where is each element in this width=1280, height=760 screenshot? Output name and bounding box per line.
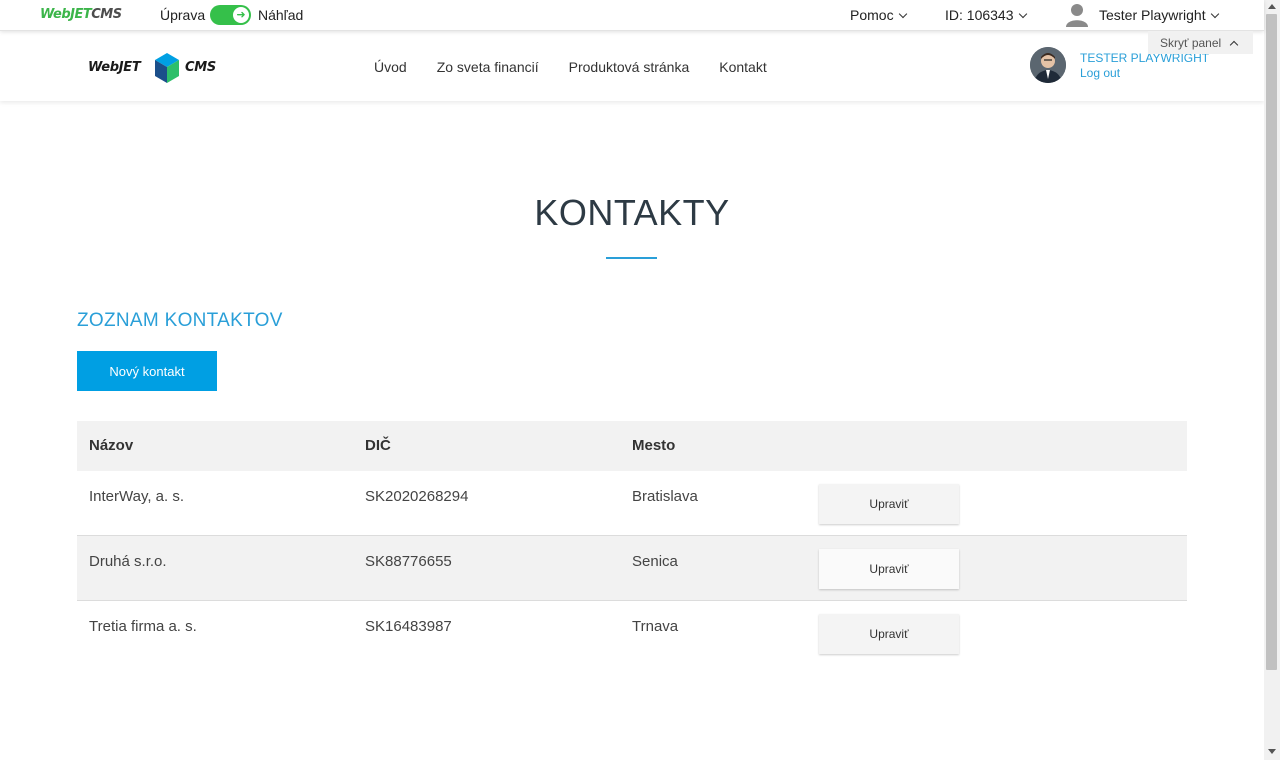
- cell-name: Tretia firma a. s.: [89, 618, 197, 635]
- cell-city: Bratislava: [632, 488, 698, 505]
- user-name: Tester Playwright: [1099, 7, 1206, 23]
- edit-button[interactable]: Upraviť: [819, 549, 959, 589]
- cell-city: Senica: [632, 553, 678, 570]
- title-divider: [606, 257, 657, 259]
- contacts-table: Názov DIČ Mesto InterWay, a. s. SK202026…: [77, 421, 1187, 666]
- chevron-up-icon: [1229, 40, 1239, 50]
- logo-text-cms: CMS: [91, 7, 122, 22]
- table-header: Názov DIČ Mesto: [77, 421, 1187, 471]
- nav-item-kontakt[interactable]: Kontakt: [719, 59, 766, 75]
- edit-button[interactable]: Upraviť: [819, 614, 959, 654]
- table-row: InterWay, a. s. SK2020268294 Bratislava …: [77, 471, 1187, 536]
- vertical-scrollbar[interactable]: [1264, 0, 1280, 760]
- chevron-down-icon: [1018, 9, 1027, 19]
- site-logo-text-left: WebJET: [88, 60, 141, 75]
- main-nav: Úvod Zo sveta financií Produktová stránk…: [374, 59, 797, 75]
- scroll-down-arrow-icon[interactable]: [1268, 749, 1276, 754]
- logo-text-webjet: WebJET: [40, 7, 92, 22]
- site-logo-text-right: CMS: [185, 60, 216, 75]
- cell-name: InterWay, a. s.: [89, 488, 185, 505]
- help-menu[interactable]: Pomoc: [850, 7, 907, 23]
- user-icon: [1066, 4, 1088, 27]
- edit-button[interactable]: Upraviť: [819, 484, 959, 524]
- logout-link[interactable]: Log out: [1080, 66, 1120, 80]
- column-header-dic: DIČ: [365, 437, 391, 454]
- admin-toolbar: WebJETCMS Úprava ➜ Náhľad Pomoc ID: 1063…: [0, 0, 1264, 31]
- page-id-label: ID: 106343: [945, 7, 1014, 23]
- nav-item-zo-sveta-financii[interactable]: Zo sveta financií: [437, 59, 539, 75]
- chevron-down-icon: [898, 9, 907, 19]
- cell-dic: SK16483987: [365, 618, 452, 635]
- avatar: [1030, 47, 1066, 83]
- cell-city: Trnava: [632, 618, 679, 635]
- mode-toggle[interactable]: ➜: [210, 5, 251, 25]
- page-id-menu[interactable]: ID: 106343: [945, 7, 1027, 23]
- column-header-city: Mesto: [632, 437, 676, 454]
- chevron-down-icon: [1210, 9, 1219, 19]
- scroll-up-arrow-icon[interactable]: [1268, 4, 1276, 9]
- nav-item-uvod[interactable]: Úvod: [374, 59, 407, 75]
- preview-mode-label: Náhľad: [258, 7, 304, 23]
- table-row: Tretia firma a. s. SK16483987 Trnava Upr…: [77, 601, 1187, 666]
- site-header: WebJET CMS Úvod Zo sveta financií Produk…: [0, 31, 1264, 101]
- scrollbar-thumb[interactable]: [1266, 14, 1277, 670]
- column-header-name: Názov: [89, 437, 134, 454]
- table-row: Druhá s.r.o. SK88776655 Senica Upraviť: [77, 536, 1187, 601]
- cell-dic: SK2020268294: [365, 488, 469, 505]
- arrow-right-icon: ➜: [233, 7, 249, 23]
- nav-item-produktova-stranka[interactable]: Produktová stránka: [569, 59, 690, 75]
- edit-mode-label: Úprava: [160, 7, 206, 23]
- webjet-admin-logo[interactable]: WebJETCMS: [40, 7, 122, 22]
- cube-logo-icon: [155, 53, 179, 83]
- page-title: KONTAKTY: [534, 192, 730, 233]
- hide-panel-label: Skryť panel: [1160, 36, 1222, 50]
- section-title: ZOZNAM KONTAKTOV: [77, 310, 283, 331]
- new-contact-button[interactable]: Nový kontakt: [77, 351, 217, 391]
- hide-panel-button[interactable]: Skryť panel: [1148, 31, 1253, 54]
- help-label: Pomoc: [850, 7, 894, 23]
- cell-dic: SK88776655: [365, 553, 452, 570]
- cell-name: Druhá s.r.o.: [89, 553, 167, 570]
